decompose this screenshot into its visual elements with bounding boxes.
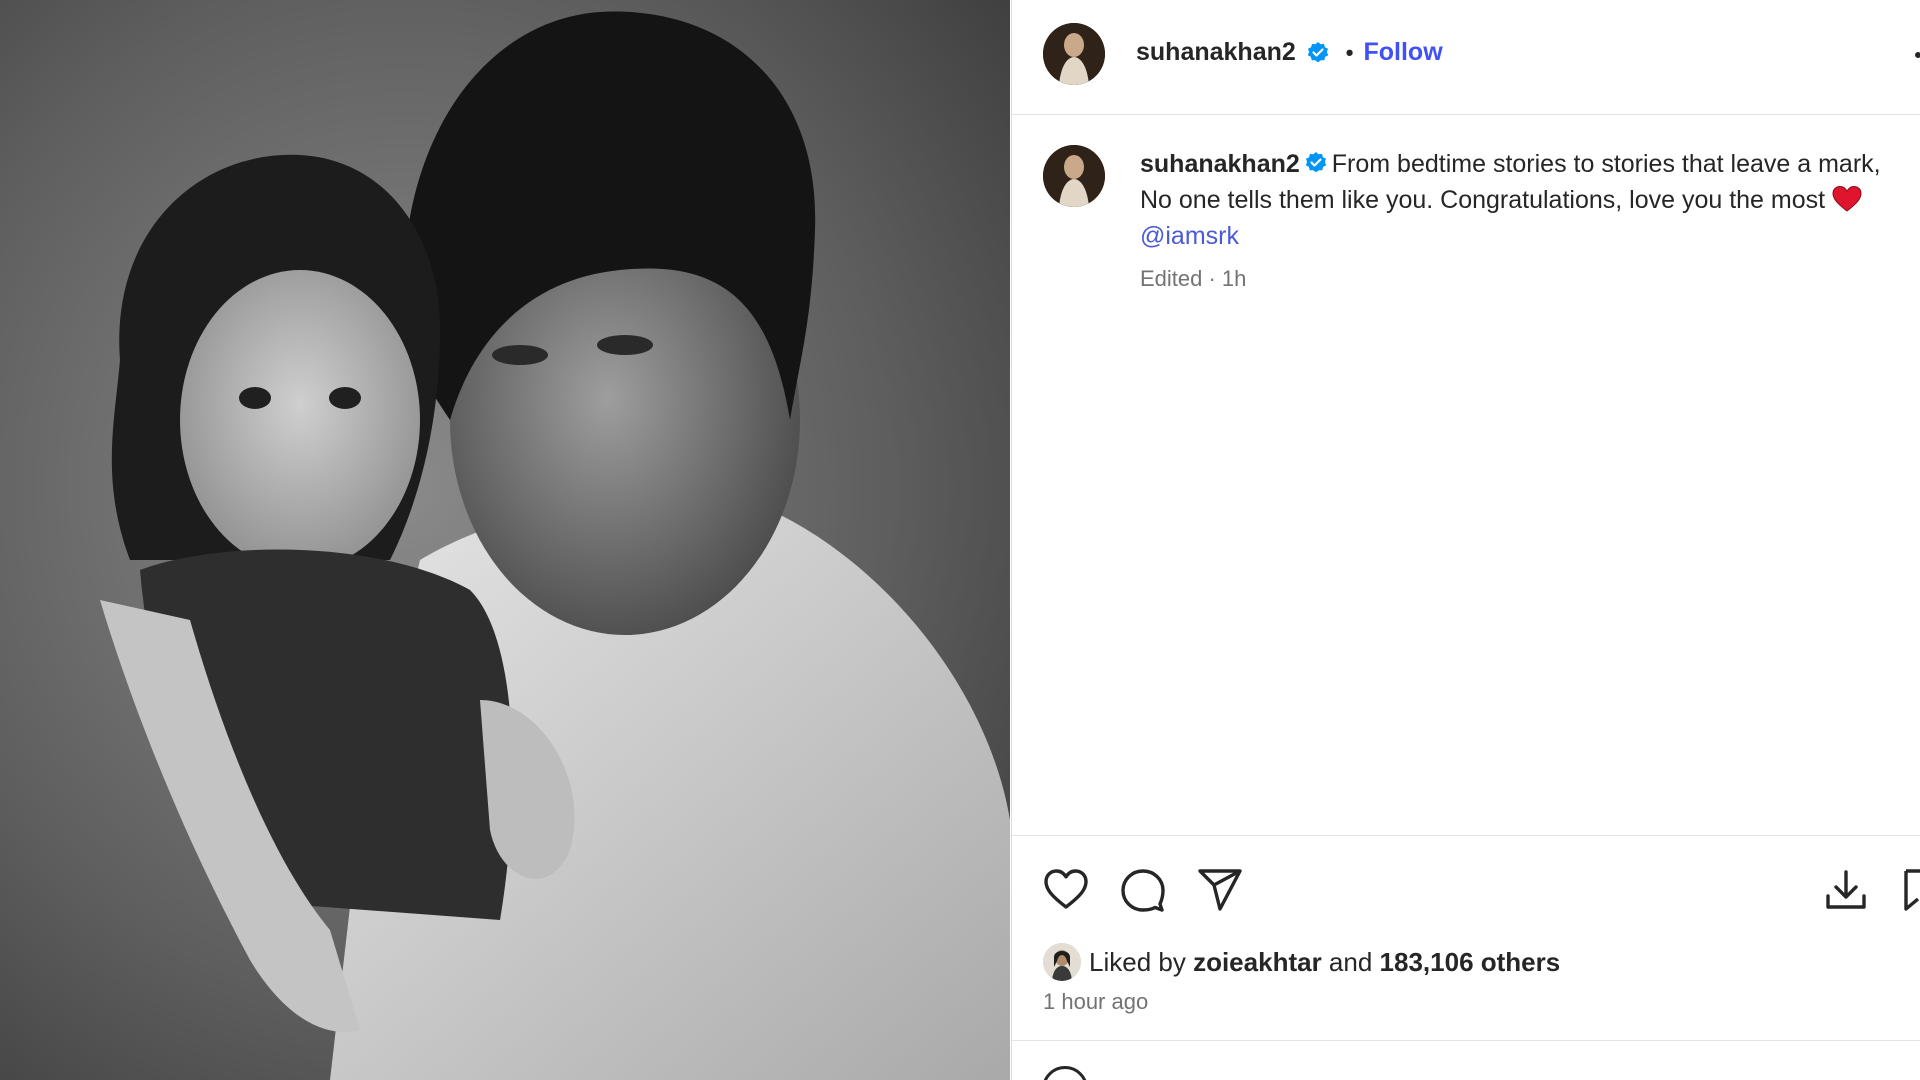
caption-text: suhanakhan2 From bedtime stories to stor…: [1140, 146, 1910, 254]
edited-meta: Edited · 1h: [1140, 266, 1247, 291]
caption-username[interactable]: suhanakhan2: [1140, 150, 1300, 178]
author-avatar[interactable]: [1043, 23, 1105, 85]
follow-button[interactable]: Follow: [1363, 38, 1442, 67]
post-header: suhanakhan2 • Follow: [1012, 0, 1920, 115]
verified-badge-icon: [1307, 41, 1328, 62]
bookmark-icon[interactable]: [1902, 866, 1920, 914]
header-username[interactable]: suhanakhan2: [1136, 38, 1296, 67]
liked-by-and: and: [1328, 946, 1373, 977]
liker-avatar[interactable]: [1043, 943, 1081, 981]
avatar-image: [1043, 943, 1081, 981]
post-side-panel: suhanakhan2 • Follow suhanakhan2 From be…: [1011, 0, 1920, 1080]
heart-outline-icon[interactable]: [1042, 866, 1090, 914]
likes-summary: Liked by zoieakhtar and 183,106 others: [1043, 943, 1560, 981]
header-separator: •: [1345, 39, 1354, 65]
more-dots-icon[interactable]: [1915, 52, 1920, 58]
comment-divider: [1012, 1040, 1920, 1041]
post-photo[interactable]: [0, 0, 1010, 1080]
mention-link[interactable]: @iamsrk: [1140, 222, 1239, 250]
verified-badge-icon: [1305, 152, 1326, 173]
liked-by-count[interactable]: 183,106 others: [1380, 947, 1561, 978]
liked-by-user[interactable]: zoieakhtar: [1193, 947, 1322, 978]
emoji-picker-icon[interactable]: [1042, 1066, 1088, 1080]
heart-emoji-icon: [1832, 185, 1862, 212]
comment-bubble-icon[interactable]: [1119, 866, 1167, 914]
post-timestamp[interactable]: 1 hour ago: [1043, 989, 1148, 1015]
action-bar: Liked by zoieakhtar and 183,106 others 1…: [1012, 835, 1920, 1050]
liked-by-prefix: Liked by: [1089, 946, 1186, 977]
caption-avatar[interactable]: [1043, 145, 1105, 207]
paper-plane-icon[interactable]: [1196, 866, 1244, 914]
black-and-white-portrait-image: [0, 0, 1010, 1080]
avatar-image: [1043, 23, 1105, 85]
avatar-image: [1043, 145, 1105, 207]
header-user-row: suhanakhan2 • Follow: [1136, 38, 1443, 67]
instagram-post-view: suhanakhan2 • Follow suhanakhan2 From be…: [0, 0, 1920, 1080]
download-icon[interactable]: [1822, 866, 1870, 914]
